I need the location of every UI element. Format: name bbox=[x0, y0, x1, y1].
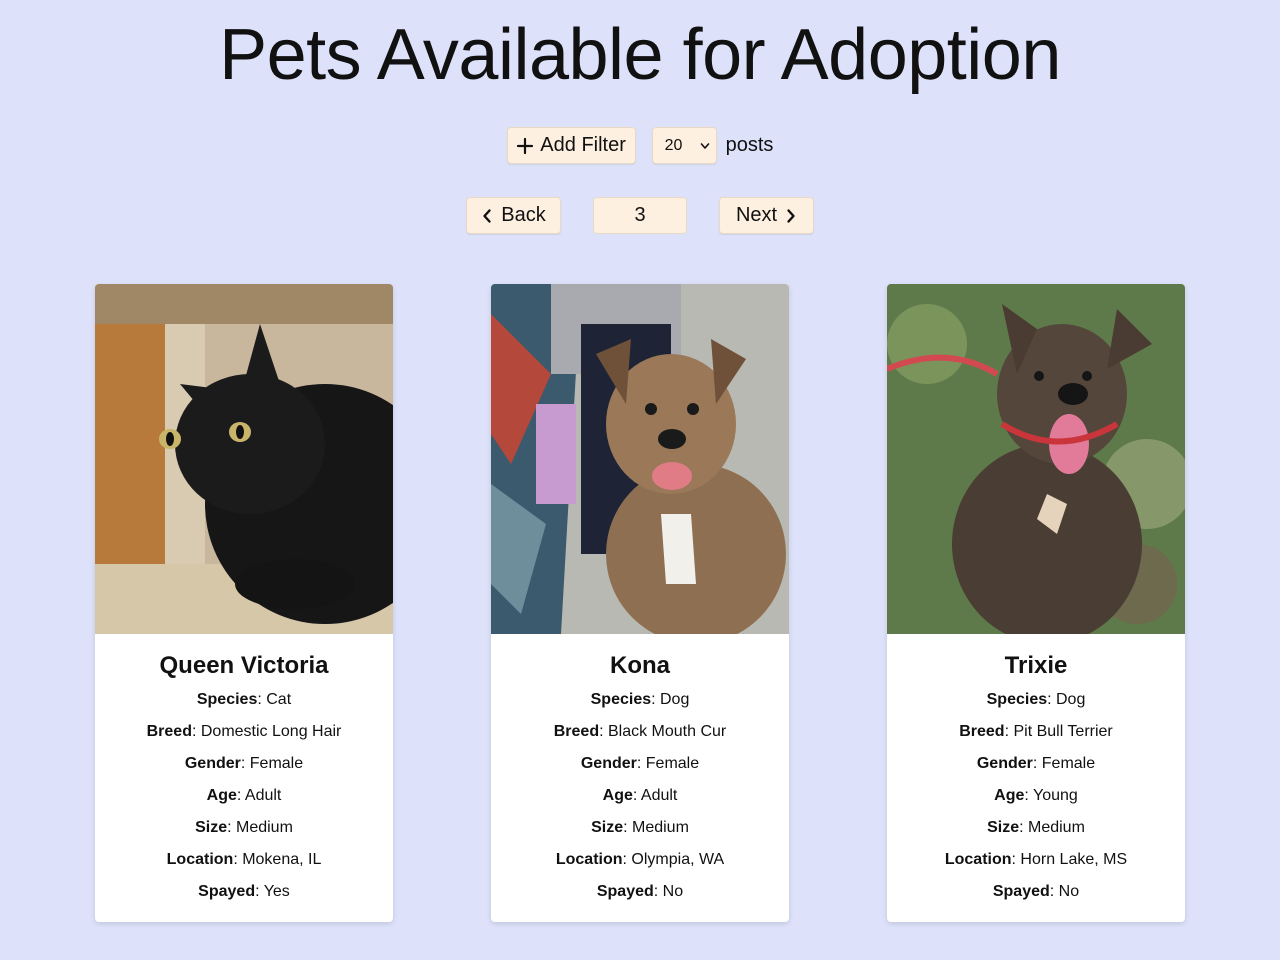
brindle-dog-photo bbox=[887, 284, 1185, 634]
add-filter-button[interactable]: Add Filter bbox=[506, 127, 636, 164]
pet-name: Kona bbox=[610, 652, 670, 679]
pet-gender: Gender: Female bbox=[184, 755, 304, 772]
plus-icon bbox=[517, 137, 534, 154]
pet-card[interactable]: Kona Species: Dog Breed: Black Mouth Cur… bbox=[491, 284, 789, 922]
pet-location: Location: Horn Lake, MS bbox=[944, 851, 1128, 868]
pet-spayed: Spayed: Yes bbox=[198, 883, 290, 900]
pet-age: Age: Young bbox=[994, 787, 1078, 804]
page-title: Pets Available for Adoption bbox=[219, 15, 1061, 95]
pet-breed: Breed: Domestic Long Hair bbox=[146, 723, 342, 740]
pet-species: Species: Dog bbox=[590, 691, 690, 708]
pet-name: Trixie bbox=[1004, 652, 1068, 679]
next-label: Next bbox=[735, 204, 778, 226]
current-page-number: 3 bbox=[634, 204, 646, 226]
black-cat-photo bbox=[95, 284, 393, 634]
posts-per-page-select[interactable]: 20 bbox=[651, 127, 717, 164]
pet-age: Age: Adult bbox=[602, 787, 678, 804]
current-page-field[interactable]: 3 bbox=[593, 197, 687, 234]
pagination: Back 3 Next bbox=[0, 197, 1280, 234]
chevron-right-icon bbox=[787, 208, 795, 223]
pet-size: Size: Medium bbox=[591, 819, 689, 836]
pet-card[interactable]: Trixie Species: Dog Breed: Pit Bull Terr… bbox=[887, 284, 1185, 922]
pet-size: Size: Medium bbox=[987, 819, 1085, 836]
pet-gender: Gender: Female bbox=[976, 755, 1096, 772]
add-filter-label: Add Filter bbox=[540, 134, 626, 156]
pet-species: Species: Dog bbox=[986, 691, 1086, 708]
pet-size: Size: Medium bbox=[195, 819, 293, 836]
back-label: Back bbox=[501, 204, 546, 226]
chevron-left-icon bbox=[483, 208, 491, 223]
pet-location: Location: Mokena, IL bbox=[166, 851, 322, 868]
pet-spayed: Spayed: No bbox=[596, 883, 684, 900]
pet-card-grid: Queen Victoria Species: Cat Breed: Domes… bbox=[95, 284, 1185, 924]
chevron-down-icon bbox=[700, 142, 709, 149]
pet-species: Species: Cat bbox=[196, 691, 292, 708]
pet-breed: Breed: Pit Bull Terrier bbox=[959, 723, 1113, 740]
next-button[interactable]: Next bbox=[719, 197, 814, 234]
tan-dog-photo bbox=[491, 284, 789, 634]
pet-age: Age: Adult bbox=[206, 787, 282, 804]
filter-controls: Add Filter 20 posts bbox=[0, 127, 1280, 164]
posts-per-page-value: 20 bbox=[664, 136, 683, 154]
pet-spayed: Spayed: No bbox=[992, 883, 1080, 900]
back-button[interactable]: Back bbox=[466, 197, 561, 234]
pet-breed: Breed: Black Mouth Cur bbox=[553, 723, 727, 740]
posts-label: posts bbox=[725, 134, 774, 156]
pet-name: Queen Victoria bbox=[159, 652, 329, 679]
pet-location: Location: Olympia, WA bbox=[555, 851, 725, 868]
pet-gender: Gender: Female bbox=[580, 755, 700, 772]
pet-card[interactable]: Queen Victoria Species: Cat Breed: Domes… bbox=[95, 284, 393, 922]
